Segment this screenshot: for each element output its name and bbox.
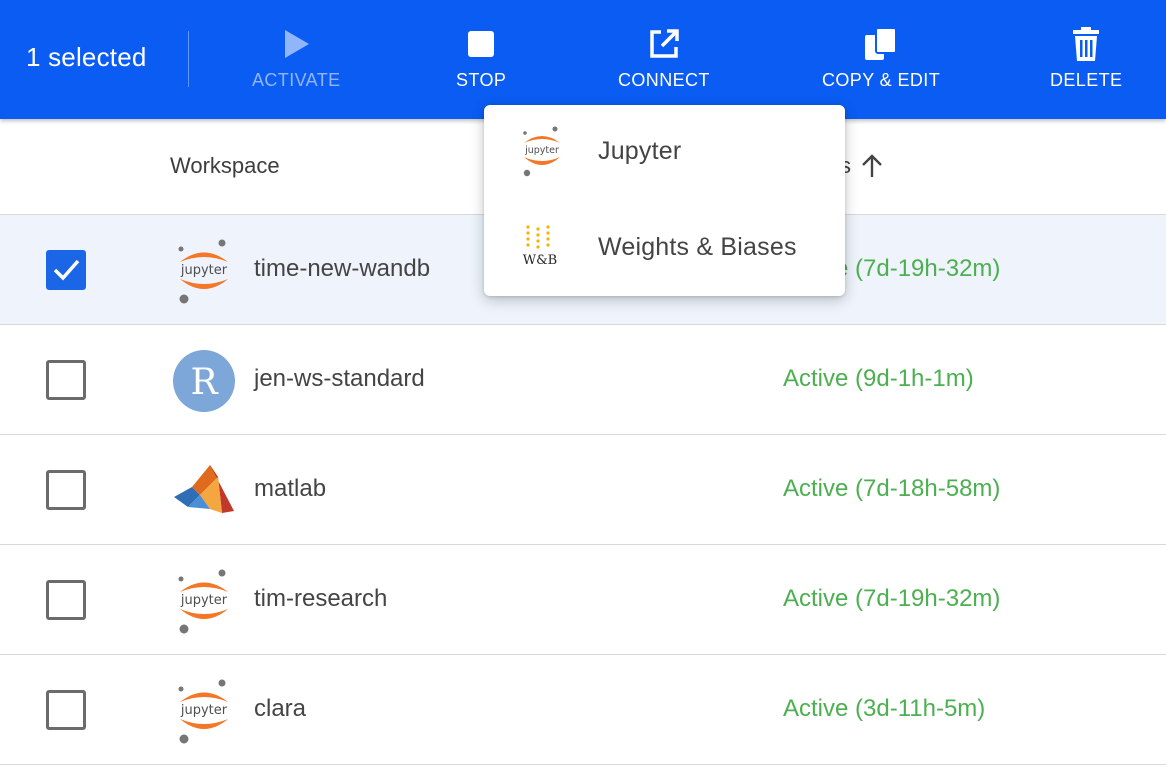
workspace-name[interactable]: clara [254, 695, 306, 723]
row-checkbox[interactable] [46, 690, 86, 730]
play-icon [281, 26, 311, 62]
wandb-logo-text: W&B [523, 253, 558, 268]
stop-label: STOP [456, 70, 507, 90]
workspace-name[interactable]: matlab [254, 475, 326, 503]
copy-icon [863, 26, 899, 62]
arrow-up-icon [862, 154, 882, 177]
open-external-icon [648, 26, 680, 62]
row-checkbox[interactable] [46, 360, 86, 400]
workspace-status: Active (7d-19h-32m) [783, 585, 1001, 612]
copy-edit-label: COPY & EDIT [822, 70, 941, 90]
menu-item-jupyter[interactable]: jupyter Jupyter [484, 105, 845, 201]
table-row[interactable]: jupyter tim-research Active (7d-19h-32m) [0, 545, 1166, 655]
column-header-workspace[interactable]: Workspace [170, 153, 280, 179]
workspace-status: Active (9d-1h-1m) [783, 365, 974, 392]
stop-icon [467, 26, 495, 62]
workspace-name[interactable]: jen-ws-standard [254, 365, 425, 393]
stop-button[interactable]: STOP [456, 26, 506, 96]
connect-button[interactable]: CONNECT [618, 26, 710, 96]
delete-label: DELETE [1050, 70, 1123, 90]
workspace-status: Active (7d-18h-58m) [783, 475, 1001, 502]
workspace-name[interactable]: tim-research [254, 585, 387, 613]
jupyter-icon: jupyter [518, 123, 566, 179]
row-checkbox[interactable] [46, 470, 86, 510]
menu-item-label: Jupyter [598, 137, 682, 165]
row-checkbox[interactable] [46, 580, 86, 620]
wandb-icon: W&B [518, 219, 566, 275]
column-header-status[interactable]: s [840, 153, 883, 179]
r-logo-text: R [190, 362, 218, 403]
connect-menu: jupyter Jupyter W&B Weights & Biases [484, 105, 845, 296]
activate-button[interactable]: ACTIVATE [252, 26, 341, 96]
toolbar-divider [188, 31, 189, 87]
selected-count: 1 selected [26, 42, 147, 72]
selection-toolbar: 1 selected ACTIVATE STOP CONNECT COPY & … [0, 0, 1166, 119]
r-icon: R [170, 347, 238, 415]
row-checkbox[interactable] [46, 250, 86, 290]
trash-icon [1071, 26, 1101, 62]
delete-button[interactable]: DELETE [1050, 26, 1122, 96]
connect-label: CONNECT [618, 70, 710, 90]
menu-item-label: Weights & Biases [598, 233, 797, 261]
workspace-status: Active (3d-11h-5m) [783, 695, 986, 722]
table-row[interactable]: jupyter clara Active (3d-11h-5m) [0, 655, 1166, 765]
jupyter-logo-text: jupyter [180, 593, 228, 608]
activate-label: ACTIVATE [252, 70, 341, 90]
workspace-name[interactable]: time-new-wandb [254, 255, 430, 283]
table-row[interactable]: R jen-ws-standard Active (9d-1h-1m) [0, 325, 1166, 435]
menu-item-wandb[interactable]: W&B Weights & Biases [484, 201, 845, 297]
workspace-list-page: 1 selected ACTIVATE STOP CONNECT COPY & … [0, 0, 1166, 768]
jupyter-logo-text: jupyter [180, 703, 228, 718]
jupyter-logo-text: jupyter [524, 145, 559, 156]
copy-edit-button[interactable]: COPY & EDIT [822, 26, 940, 96]
jupyter-icon: jupyter [170, 677, 238, 745]
matlab-icon [170, 457, 238, 525]
jupyter-icon: jupyter [170, 567, 238, 635]
jupyter-logo-text: jupyter [180, 263, 228, 278]
table-row[interactable]: matlab Active (7d-18h-58m) [0, 435, 1166, 545]
jupyter-icon: jupyter [170, 237, 238, 305]
